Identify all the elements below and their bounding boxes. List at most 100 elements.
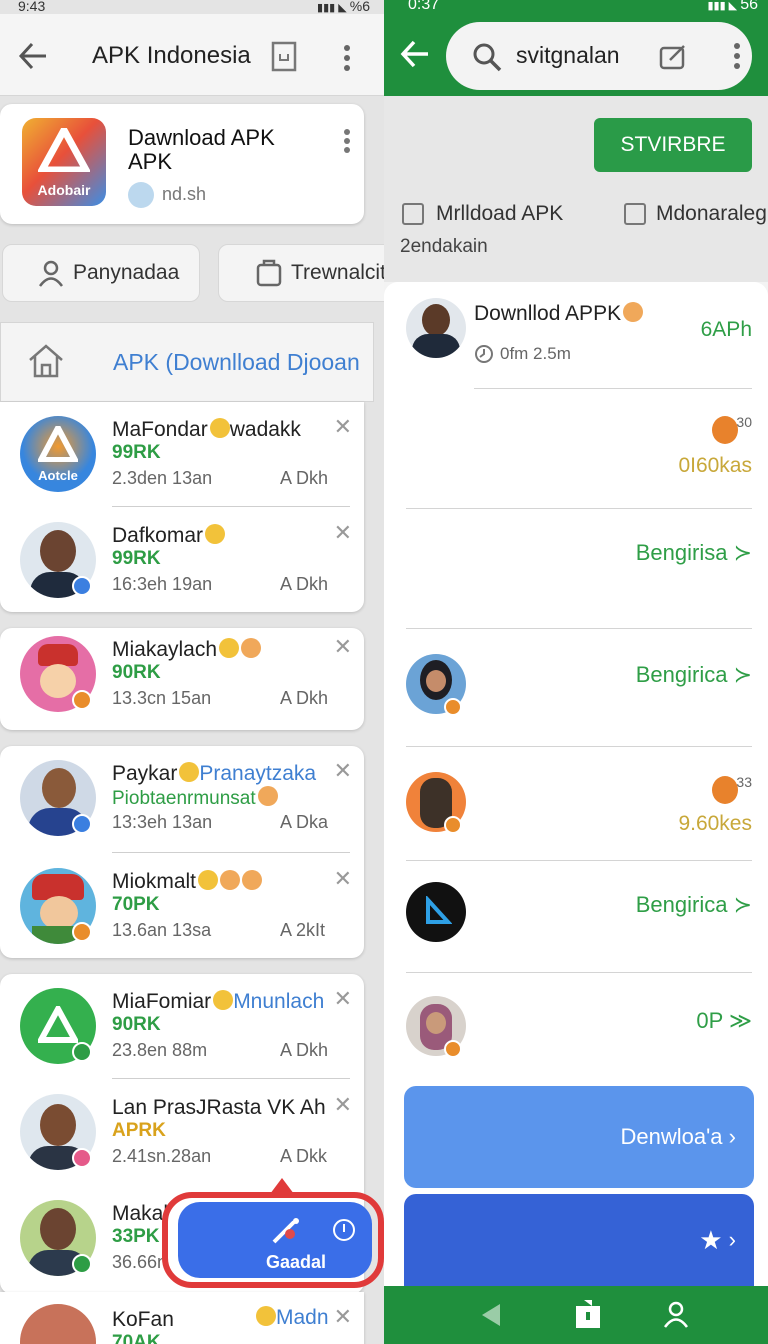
list-item[interactable]: Lan PrasJRasta VK Ah APRK 2.41sn.28an A … — [0, 1080, 364, 1186]
star-icon: ★ — [699, 1224, 723, 1255]
divider — [406, 508, 752, 509]
list-item[interactable]: Paykar Pranaytzaka Piobtaenrmunsat 13:3eh… — [0, 746, 364, 852]
divider — [406, 628, 752, 629]
status-time: 9:43 — [18, 0, 46, 14]
more-vert-icon[interactable] — [342, 44, 352, 72]
header-bar: 0:37 ▮▮▮ ◣ 56 svitgnalan — [384, 0, 768, 96]
status-badge — [72, 1254, 92, 1274]
app-time: 23.8en 88m — [112, 1040, 208, 1060]
app-size: A Dkh — [280, 688, 329, 708]
app-group-5: KoFan 70AK Madn ✕ — [0, 1292, 364, 1344]
edit-icon[interactable] — [658, 42, 688, 72]
checkbox-monaraleg[interactable]: Mdonaraleg — [624, 202, 767, 226]
app-group-1: Aotcle MaFondar wadakk 99RK 2.3den 13an A… — [0, 402, 364, 612]
app-time: 2.41sn.28an — [112, 1146, 212, 1166]
app-sub: 90RK — [112, 662, 161, 683]
stat-value: 9.60kes — [678, 812, 752, 835]
featured-app-card[interactable]: Adobair Dawnload APK APK nd.sh — [0, 104, 364, 224]
app-time: 13.3cn 15an — [112, 688, 212, 708]
divider — [112, 506, 350, 507]
app-time: 2.3den 13an — [112, 468, 213, 488]
item-title: Downllod APPK — [474, 302, 644, 326]
back-arrow-icon[interactable] — [18, 42, 48, 70]
back-arrow-icon[interactable] — [400, 40, 430, 68]
list-item[interactable]: Aotcle MaFondar wadakk 99RK 2.3den 13an A… — [0, 402, 364, 508]
status-badge — [72, 1148, 92, 1168]
link-entry[interactable]: Bengirica ≻ — [636, 662, 752, 688]
nav-back-icon[interactable] — [480, 1302, 502, 1328]
app-time: 13.6an 13sa — [112, 920, 212, 940]
link-entry[interactable]: Bengirisa ≻ — [636, 540, 752, 566]
bottom-nav — [384, 1286, 768, 1344]
chip-bag[interactable]: Trewnalcit — [218, 244, 384, 302]
item-meta: 0fm 2.5m — [474, 344, 571, 364]
close-icon[interactable]: ✕ — [334, 758, 352, 784]
app-group-3: Paykar Pranaytzaka Piobtaenrmunsat 13:3eh… — [0, 746, 364, 958]
status-badge — [72, 814, 92, 834]
close-icon[interactable]: ✕ — [334, 520, 352, 546]
more-vert-icon[interactable] — [342, 128, 352, 154]
section-title: APK (Downlload Djooan — [113, 349, 360, 375]
primary-button[interactable]: STVIRBRE — [594, 118, 752, 172]
app-sub: 33PK — [112, 1226, 160, 1247]
fruit-icon — [712, 776, 738, 804]
stat-count: 30 — [736, 414, 752, 430]
clock-icon — [475, 345, 493, 363]
status-badge — [444, 816, 462, 834]
app-size: A 2kIt — [280, 920, 326, 940]
app-sub: 70PK — [112, 894, 160, 915]
link-entry[interactable]: Bengirica ≻ — [636, 892, 752, 918]
list-item[interactable]: Miokmalt 70PK 13.6an 13sa A 2kIt ✕ — [0, 854, 364, 960]
info-icon — [333, 1219, 355, 1241]
fruit-icon — [712, 416, 738, 444]
checkbox-download[interactable]: Mrlldoad APK — [402, 202, 563, 226]
fab-label: Gaadal — [266, 1252, 327, 1272]
avatar — [20, 1304, 96, 1344]
divider — [474, 388, 752, 389]
chip-person[interactable]: Panynadaa — [2, 244, 200, 302]
app-icon: Adobair — [22, 118, 106, 206]
app-size: A Dkh — [280, 1040, 329, 1060]
favorite-button[interactable]: ★ › — [404, 1194, 754, 1286]
featured-app-sub: nd.sh — [162, 184, 207, 204]
nav-profile-icon[interactable] — [662, 1300, 690, 1328]
arrow-logo-icon — [426, 896, 452, 924]
search-icon — [473, 43, 502, 72]
app-icon-label: Adobair — [37, 182, 91, 198]
shield-icon[interactable] — [270, 40, 298, 72]
stat-count: 33 — [736, 774, 752, 790]
divider — [406, 746, 752, 747]
wand-icon — [272, 1218, 299, 1244]
list-item[interactable]: MiaFomiar Mnunlach 90RK 23.8en 88m A Dkh … — [0, 974, 364, 1080]
app-sub: APRK — [112, 1120, 166, 1141]
close-icon[interactable]: ✕ — [334, 986, 352, 1012]
search-bar[interactable]: svitgnalan — [446, 22, 752, 90]
app-time: 36.66n — [112, 1252, 168, 1272]
search-input[interactable]: svitgnalan — [516, 42, 620, 69]
link-entry[interactable]: 0P ≫ — [696, 1008, 752, 1034]
close-icon[interactable]: ✕ — [334, 634, 352, 660]
status-badge — [444, 698, 462, 716]
app-bar: APK Indonesia — [0, 14, 384, 96]
section-header[interactable]: APK (Downlload Djooan — [0, 322, 374, 402]
avatar — [406, 882, 466, 942]
fab-button[interactable]: Gaadal — [178, 1202, 372, 1278]
status-badge — [72, 576, 92, 596]
download-button[interactable]: Denwloa'a › — [404, 1086, 754, 1188]
more-vert-icon[interactable] — [732, 42, 742, 70]
globe-icon — [128, 182, 154, 208]
close-icon[interactable]: ✕ — [334, 1092, 352, 1118]
close-icon[interactable]: ✕ — [334, 1304, 352, 1330]
fab-pointer — [270, 1178, 294, 1194]
avatar — [406, 298, 466, 358]
app-size: A Dkh — [280, 468, 329, 488]
close-icon[interactable]: ✕ — [334, 414, 352, 440]
status-bar: 9:43 ▮▮▮ ◣ %6 — [0, 0, 384, 14]
close-icon[interactable]: ✕ — [334, 866, 352, 892]
app-name: Miakaylach — [112, 638, 262, 662]
list-item[interactable]: Dafkomar 99RK 16:3eh 19an A Dkh ✕ — [0, 508, 364, 614]
nav-home-icon[interactable] — [574, 1298, 602, 1330]
app-sub: 99RK — [112, 442, 161, 463]
status-badge — [72, 690, 92, 710]
list-item[interactable]: Miakaylach 90RK 13.3cn 15an A Dkh ✕ — [0, 622, 364, 728]
